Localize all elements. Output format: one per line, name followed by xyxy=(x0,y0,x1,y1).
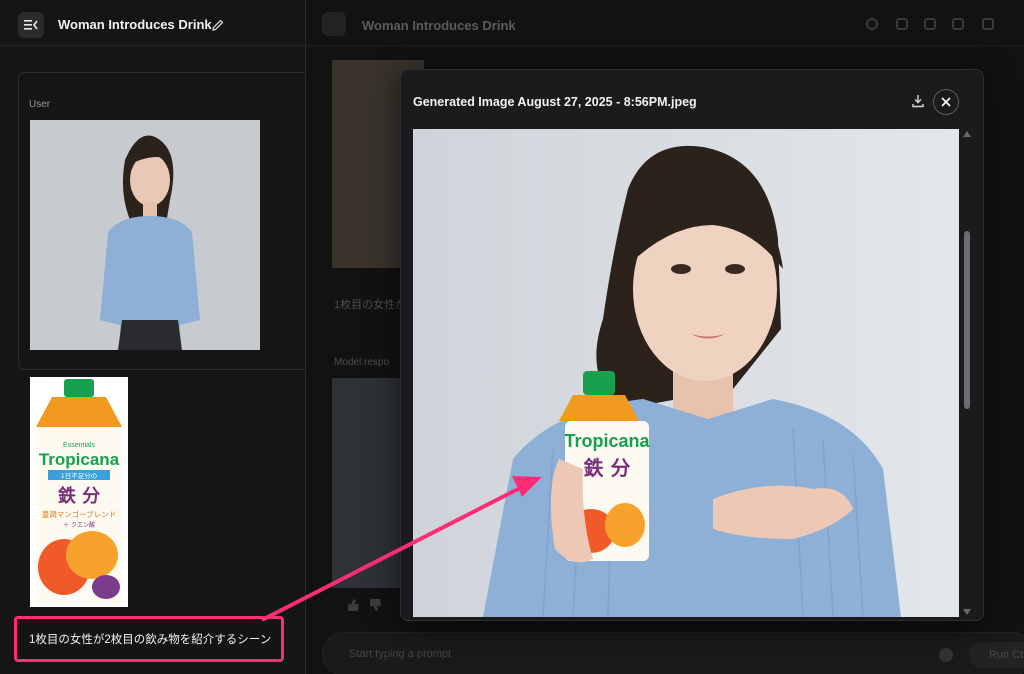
image-preview-modal: Generated Image August 27, 2025 - 8:56PM… xyxy=(400,69,984,621)
user-prompt-text: 1枚目の女性が2枚目の飲み物を紹介するシーン xyxy=(29,634,272,646)
prompt-placeholder: Start typing a prompt xyxy=(349,648,452,660)
generated-image: Tropicana 鉄 分 xyxy=(413,129,959,617)
close-modal-button[interactable] xyxy=(933,89,959,115)
expand-icon[interactable] xyxy=(952,18,964,30)
run-button[interactable]: Run Ctrl xyxy=(969,642,1024,668)
left-header: Woman Introduces Drink xyxy=(0,0,306,46)
collapse-sidebar-icon xyxy=(24,20,38,30)
modal-title: Generated Image August 27, 2025 - 8:56PM… xyxy=(413,95,697,109)
uploaded-drink-image[interactable]: Essentials Tropicana 1日不足分の 鉄 分 豊潤マンゴーブレ… xyxy=(30,377,128,607)
bottle-flavor: 豊潤マンゴーブレンド xyxy=(42,509,117,519)
history-icon[interactable] xyxy=(866,18,878,30)
bottle-kanji: 鉄 分 xyxy=(58,485,100,507)
attach-icon[interactable] xyxy=(939,648,953,662)
bottle-brand: Tropicana xyxy=(39,450,120,469)
bottle-band-text: 1日不足分の xyxy=(61,471,98,480)
scroll-down-arrow[interactable] xyxy=(963,609,971,615)
scroll-thumb[interactable] xyxy=(964,231,970,409)
chat-title: Woman Introduces Drink xyxy=(58,17,212,32)
scroll-up-arrow[interactable] xyxy=(963,131,971,137)
uploaded-woman-image[interactable] xyxy=(30,120,260,350)
user-prompt-highlight: 1枚目の女性が2枚目の飲み物を紹介するシーン xyxy=(14,616,284,662)
bottle-juice-label: 果汁21% xyxy=(66,595,92,603)
download-icon xyxy=(912,95,924,108)
left-panel: Woman Introduces Drink User Essentials T… xyxy=(0,0,306,674)
bottle-sub: ＋ クエン酸 xyxy=(63,521,95,529)
dim-model-label: Model respo xyxy=(334,357,390,368)
share-icon[interactable] xyxy=(924,18,936,30)
right-chat-title: Woman Introduces Drink xyxy=(362,18,516,33)
close-icon xyxy=(941,97,951,107)
menu-toggle-button[interactable] xyxy=(18,12,44,38)
user-message-card: User xyxy=(18,72,306,370)
gen-bottle-kanji: 鉄 分 xyxy=(584,456,631,480)
download-button[interactable] xyxy=(911,94,927,110)
sidebar-toggle-button[interactable] xyxy=(322,12,346,36)
compare-icon[interactable] xyxy=(896,18,908,30)
right-header: Woman Introduces Drink xyxy=(306,0,1024,46)
user-role-label: User xyxy=(29,99,51,110)
edit-title-button[interactable] xyxy=(212,18,224,36)
bottle-brand-small: Essentials xyxy=(63,442,95,449)
pencil-icon xyxy=(212,19,224,31)
dim-caption: 1枚目の女性が xyxy=(334,299,407,311)
add-icon[interactable] xyxy=(982,18,994,30)
dim-feedback-icons xyxy=(346,598,386,615)
modal-scrollbar[interactable] xyxy=(963,129,971,617)
gen-bottle-brand: Tropicana xyxy=(564,431,650,451)
prompt-input[interactable]: Start typing a prompt Run Ctrl xyxy=(322,632,1024,674)
